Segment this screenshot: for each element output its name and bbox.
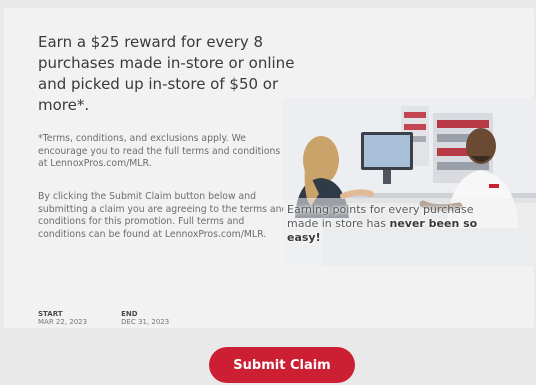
promo-headline: Earn a $25 reward for every 8 purchases … — [38, 33, 295, 114]
end-date-label: END — [121, 310, 138, 318]
submit-claim-button[interactable]: Submit Claim — [209, 347, 355, 383]
start-date: START MAR 22, 2023 — [38, 310, 87, 326]
end-date-value: DEC 31, 2023 — [121, 318, 170, 326]
submission-agreement-note: By clicking the Submit Claim button belo… — [38, 191, 288, 240]
promo-dates: START MAR 22, 2023 END DEC 31, 2023 — [38, 310, 169, 326]
terms-note: *Terms, conditions, and exclusions apply… — [38, 133, 281, 169]
end-date: END DEC 31, 2023 — [121, 310, 169, 326]
start-date-label: START — [38, 310, 63, 318]
start-date-value: MAR 22, 2023 — [38, 318, 88, 326]
photo-caption: Earning points for every purchase made i… — [287, 203, 487, 245]
